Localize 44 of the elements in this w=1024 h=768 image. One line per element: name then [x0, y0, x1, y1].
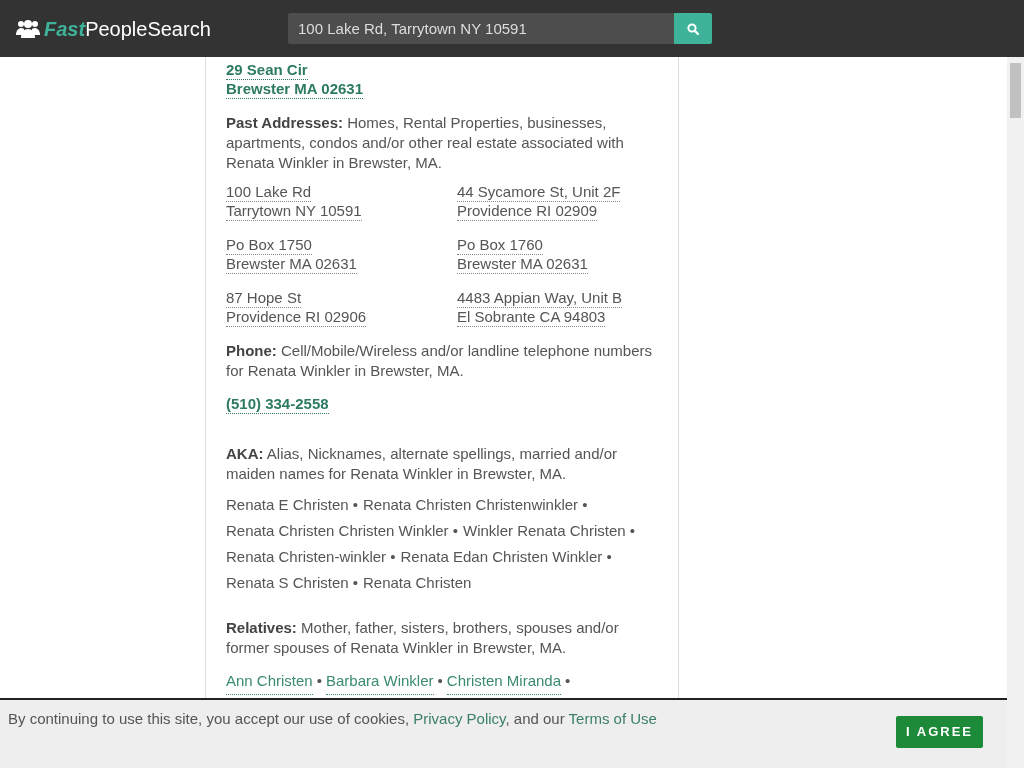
separator-dot: • [437, 671, 443, 691]
address-link[interactable]: 44 Sycamore St, Unit 2F [457, 183, 621, 202]
search-icon [687, 22, 699, 35]
address-link[interactable]: Brewster MA 02631 [226, 255, 357, 274]
search-button[interactable] [674, 13, 712, 44]
address-link[interactable]: Po Box 1750 [226, 236, 312, 255]
address-link[interactable]: Po Box 1760 [457, 236, 543, 255]
address-link[interactable]: 29 Sean Cir [226, 61, 308, 80]
alias-name: Winkler Renata Christen • [463, 521, 635, 541]
terms-of-use-link[interactable]: Terms of Use [568, 710, 657, 727]
section-description: Phone: Cell/Mobile/Wireless and/or landline telephone numbers for Renata Winkler in Brewster, MA. [226, 341, 654, 381]
address-link[interactable]: Providence RI 02906 [226, 308, 367, 327]
cookie-notice: By continuing to use this site, you accept our use of cookies, Privacy Policy, and our Terms of Use [8, 709, 657, 729]
relative-link[interactable]: Ann Christen [226, 668, 313, 695]
address-link[interactable]: Providence RI 02909 [457, 202, 598, 221]
section-description: Past Addresses: Homes, Rental Properties, businesses, apartments, condos and/or other real estate associated with Renata Winkler in Brewster, MA. [226, 113, 625, 173]
scrollbar[interactable] [1007, 57, 1024, 768]
section-description: AKA: Alias, Nicknames, alternate spellings, married and/or maiden names for Renata Winkler in Brewster, MA. [226, 444, 618, 484]
address-link[interactable]: Brewster MA 02631 [226, 80, 363, 99]
search-field[interactable]: 100 Lake Rd, Tarrytown NY 10591 [288, 13, 674, 44]
site-logo[interactable]: FastPeopleSearch [44, 13, 211, 44]
address-link[interactable]: 100 Lake Rd [226, 183, 312, 202]
relative-link[interactable]: Christen Miranda [446, 668, 561, 695]
scrollbar-thumb[interactable] [1010, 63, 1021, 118]
alias-name: Renata S Christen • [226, 573, 358, 593]
address-link[interactable]: El Sobrante CA 94803 [457, 308, 606, 327]
address-link[interactable]: Tarrytown NY 10591 [226, 202, 362, 221]
separator-dot: • [316, 671, 322, 691]
alias-name: Renata Edan Christen Winkler • [400, 547, 612, 567]
alias-name: Renata Christen-winkler • [226, 547, 396, 567]
address-link[interactable]: Brewster MA 02631 [457, 255, 588, 274]
address-link[interactable]: 4483 Appian Way, Unit B [457, 289, 623, 308]
separator-dot: • [565, 671, 571, 691]
alias-name: Renata E Christen • [226, 495, 358, 515]
alias-name: Renata Christen Christen Winkler • [226, 521, 458, 541]
phone-link[interactable]: (510) 334-2558 [226, 395, 329, 414]
relative-link[interactable]: Barbara Winkler [326, 668, 434, 695]
alias-name: Renata Christen Christenwinkler • [363, 495, 588, 515]
section-description: Relatives: Mother, father, sisters, brothers, spouses and/or former spouses of Renata Winkler in Brewster, MA. [226, 618, 620, 658]
privacy-policy-link[interactable]: Privacy Policy [413, 710, 506, 727]
people-icon [16, 18, 40, 39]
agree-button[interactable]: I AGREE [896, 716, 983, 748]
alias-name: Renata Christen [363, 573, 472, 593]
address-link[interactable]: 87 Hope St [226, 289, 302, 308]
